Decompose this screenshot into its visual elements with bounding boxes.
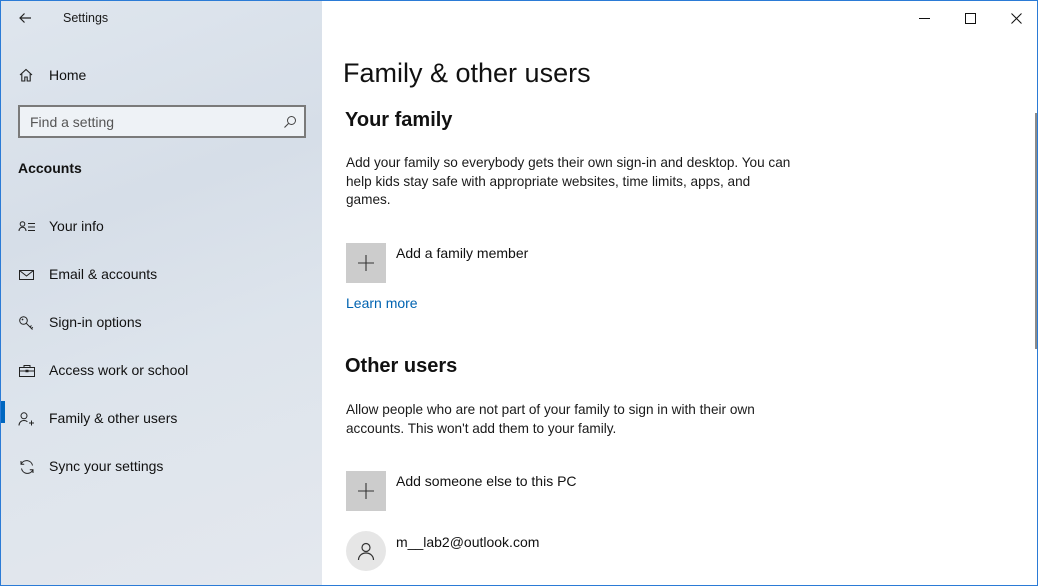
briefcase-icon (19, 365, 35, 377)
maximize-icon (964, 12, 976, 24)
avatar (346, 531, 386, 571)
learn-more-link[interactable]: Learn more (346, 295, 418, 311)
app-title: Settings (63, 11, 109, 25)
sidebar-item-label: Sync your settings (49, 458, 164, 474)
add-tile (346, 243, 386, 283)
plus-icon (358, 483, 374, 499)
key-icon (19, 316, 34, 330)
contact-card-icon (18, 221, 35, 232)
section-title: Accounts (18, 160, 82, 176)
person-icon (357, 542, 375, 561)
search-icon[interactable] (282, 114, 298, 130)
back-arrow-icon (19, 13, 31, 23)
close-button[interactable] (993, 1, 1037, 35)
maximize-button[interactable] (947, 1, 993, 35)
sidebar-item-your-info[interactable]: Your info (1, 203, 322, 251)
page-title: Family & other users (343, 58, 591, 88)
close-icon (1010, 12, 1022, 24)
home-icon (19, 68, 33, 82)
user-account-item[interactable]: m__lab2@outlook.com (346, 531, 746, 571)
sidebar-item-label: Your info (49, 218, 104, 234)
minimize-icon (918, 17, 930, 19)
home-nav-item[interactable]: Home (1, 59, 322, 91)
add-tile (346, 471, 386, 511)
sidebar-item-label: Access work or school (49, 362, 189, 378)
add-person-icon (18, 412, 34, 426)
add-someone-else-button[interactable]: Add someone else to this PC (346, 471, 646, 511)
sidebar-item-access-work-school[interactable]: Access work or school (1, 347, 322, 395)
home-label: Home (49, 67, 87, 83)
add-family-member-button[interactable]: Add a family member (346, 243, 646, 283)
your-family-heading: Your family (345, 109, 453, 131)
sidebar-item-email-accounts[interactable]: Email & accounts (1, 251, 322, 299)
search-box[interactable] (18, 105, 306, 138)
sidebar-item-sign-in-options[interactable]: Sign-in options (1, 299, 322, 347)
mail-icon (19, 270, 34, 280)
window-controls (901, 1, 1037, 35)
your-family-description: Add your family so everybody gets their … (346, 155, 791, 207)
back-button[interactable] (11, 6, 39, 30)
sidebar-item-label: Email & accounts (49, 266, 158, 282)
other-users-description: Allow people who are not part of your fa… (346, 402, 755, 436)
sidebar: Settings Home Accounts Your info Email &… (1, 1, 322, 585)
other-users-heading: Other users (345, 355, 458, 377)
active-indicator (1, 401, 5, 423)
add-someone-else-label: Add someone else to this PC (396, 473, 577, 489)
minimize-button[interactable] (901, 1, 947, 35)
main-content: Family & other users Your family Add you… (322, 1, 1037, 585)
sidebar-item-sync-settings[interactable]: Sync your settings (1, 443, 322, 491)
sidebar-item-label: Sign-in options (49, 314, 142, 330)
plus-icon (358, 255, 374, 271)
sync-icon (20, 460, 34, 474)
sidebar-item-label: Family & other users (49, 410, 178, 426)
scrollbar[interactable] (1035, 113, 1037, 349)
sidebar-item-family-other-users[interactable]: Family & other users (1, 395, 322, 443)
settings-window: Settings Home Accounts Your info Email &… (0, 0, 1038, 586)
user-email: m__lab2@outlook.com (396, 534, 540, 550)
title-bar: Settings (1, 1, 322, 35)
add-family-member-label: Add a family member (396, 245, 529, 261)
search-input[interactable] (20, 107, 270, 136)
